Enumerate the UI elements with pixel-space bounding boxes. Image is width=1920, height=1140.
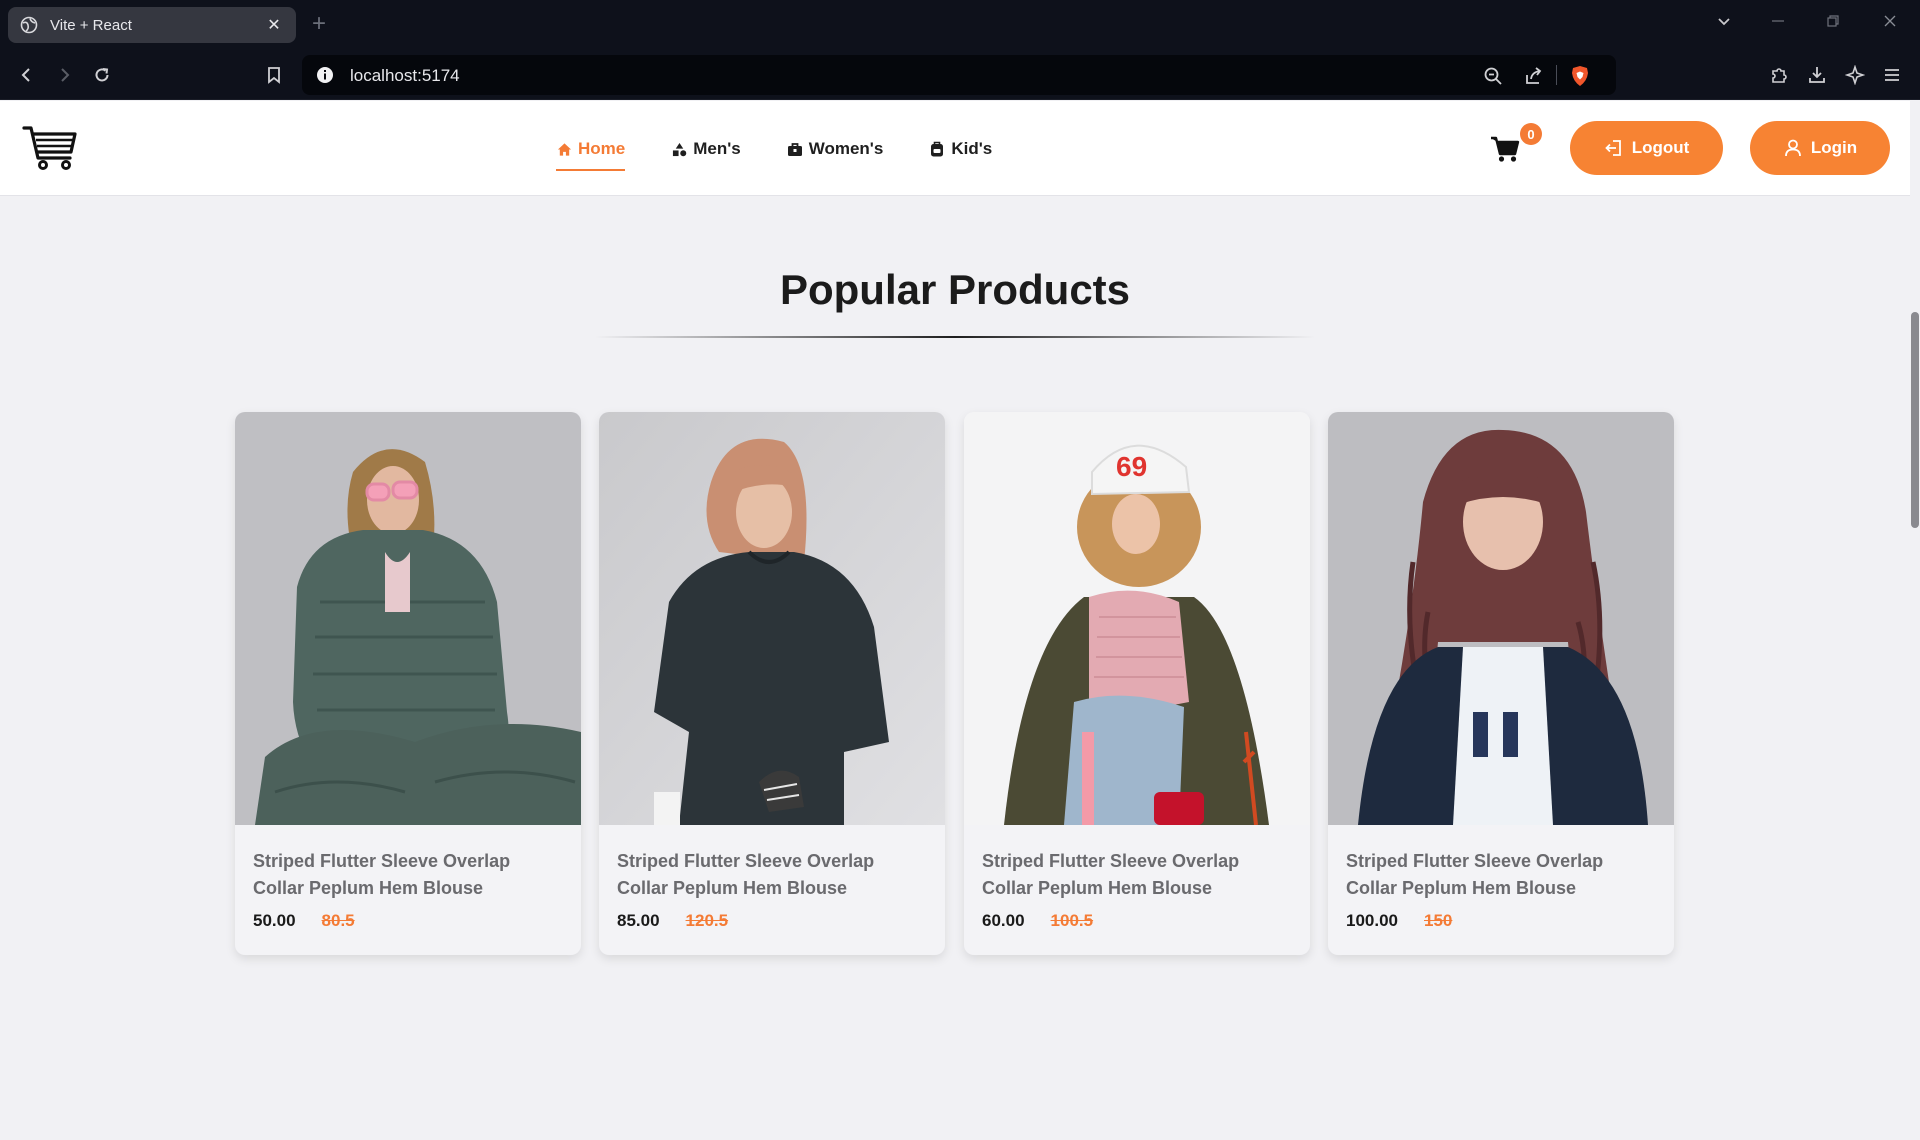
minimize-icon[interactable] <box>1770 13 1786 34</box>
bookmark-icon[interactable] <box>261 62 287 88</box>
main-nav: Home Men's Women's Kid's <box>556 139 1038 171</box>
site-header: Home Men's Women's Kid's 0 Logout Login <box>0 101 1910 196</box>
download-icon[interactable] <box>1804 62 1830 88</box>
product-old-price: 150 <box>1424 911 1453 930</box>
leo-ai-icon[interactable] <box>1842 62 1868 88</box>
cart-icon[interactable] <box>1490 135 1520 163</box>
product-image[interactable]: 69 <box>964 412 1310 825</box>
product-info: Striped Flutter Sleeve Overlap Collar Pe… <box>982 848 1292 931</box>
reload-icon[interactable] <box>89 62 115 88</box>
product-card[interactable]: Striped Flutter Sleeve Overlap Collar Pe… <box>235 412 581 955</box>
browser-toolbar: localhost:5174 <box>0 50 1920 100</box>
product-price: 50.00 <box>253 911 296 930</box>
product-old-price: 100.5 <box>1050 911 1094 930</box>
brave-shield-icon[interactable] <box>1569 65 1591 87</box>
scrollbar-track[interactable] <box>1910 101 1920 1140</box>
scrollbar-thumb[interactable] <box>1911 312 1919 528</box>
product-image[interactable] <box>599 412 945 825</box>
user-icon <box>1783 138 1803 158</box>
product-info: Striped Flutter Sleeve Overlap Collar Pe… <box>617 848 927 931</box>
product-name[interactable]: Striped Flutter Sleeve Overlap Collar Pe… <box>1346 848 1656 902</box>
back-icon[interactable] <box>14 62 40 88</box>
nav-kids-label: Kid's <box>951 139 993 158</box>
nav-mens-label: Men's <box>693 139 741 158</box>
home-icon <box>556 141 572 157</box>
product-old-price: 120.5 <box>685 911 729 930</box>
svg-text:69: 69 <box>1116 451 1147 482</box>
nav-home[interactable]: Home <box>556 139 626 171</box>
product-prices: 100.00 150 <box>1346 911 1656 931</box>
site-info-icon[interactable] <box>316 66 334 84</box>
product-price: 60.00 <box>982 911 1025 930</box>
product-prices: 85.00 120.5 <box>617 911 927 931</box>
nav-mens[interactable]: Men's <box>671 139 741 159</box>
menu-icon[interactable] <box>1879 62 1905 88</box>
close-tab-icon[interactable]: ✕ <box>264 15 284 35</box>
product-image[interactable] <box>235 412 581 825</box>
product-card[interactable]: 69 Striped Flutter Sleeve Overlap Collar… <box>964 412 1310 955</box>
backpack-icon <box>929 141 945 157</box>
logout-button[interactable]: Logout <box>1570 121 1723 175</box>
product-name[interactable]: Striped Flutter Sleeve Overlap Collar Pe… <box>253 848 563 902</box>
product-card[interactable]: Striped Flutter Sleeve Overlap Collar Pe… <box>599 412 945 955</box>
product-prices: 50.00 80.5 <box>253 911 563 931</box>
url-text[interactable]: localhost:5174 <box>350 66 460 86</box>
section-title: Popular Products <box>779 266 1131 313</box>
product-info: Striped Flutter Sleeve Overlap Collar Pe… <box>1346 848 1656 931</box>
product-price: 85.00 <box>617 911 660 930</box>
product-info: Striped Flutter Sleeve Overlap Collar Pe… <box>253 848 563 931</box>
shapes-icon <box>671 141 687 157</box>
cart-count-badge: 0 <box>1520 123 1542 145</box>
share-icon[interactable] <box>1523 65 1545 87</box>
forward-icon[interactable] <box>51 62 77 88</box>
address-bar[interactable]: localhost:5174 <box>302 55 1616 95</box>
section-divider <box>595 336 1315 338</box>
shopping-cart-logo-icon[interactable] <box>22 124 78 172</box>
globe-icon <box>20 16 38 34</box>
new-tab-icon[interactable]: + <box>312 12 326 36</box>
login-label: Login <box>1810 138 1858 157</box>
nav-womens-label: Women's <box>808 139 884 158</box>
product-name[interactable]: Striped Flutter Sleeve Overlap Collar Pe… <box>617 848 927 902</box>
restore-icon[interactable] <box>1825 13 1841 34</box>
briefcase-icon <box>787 141 803 157</box>
product-old-price: 80.5 <box>321 911 355 930</box>
extensions-icon[interactable] <box>1766 62 1792 88</box>
logout-label: Logout <box>1631 138 1690 157</box>
logout-icon <box>1604 138 1624 158</box>
browser-tab[interactable]: Vite + React ✕ <box>8 7 296 43</box>
url-divider <box>1556 65 1557 85</box>
product-price: 100.00 <box>1346 911 1398 930</box>
nav-womens[interactable]: Women's <box>787 139 884 159</box>
product-card[interactable]: Striped Flutter Sleeve Overlap Collar Pe… <box>1328 412 1674 955</box>
nav-kids[interactable]: Kid's <box>929 139 992 159</box>
close-window-icon[interactable] <box>1882 13 1898 34</box>
zoom-icon[interactable] <box>1482 65 1504 87</box>
login-button[interactable]: Login <box>1750 121 1890 175</box>
tab-title: Vite + React <box>50 16 132 34</box>
product-name[interactable]: Striped Flutter Sleeve Overlap Collar Pe… <box>982 848 1292 902</box>
product-image[interactable] <box>1328 412 1674 825</box>
browser-tab-bar: Vite + React ✕ + <box>0 0 1920 50</box>
tab-search-chevron-icon[interactable] <box>1716 13 1732 34</box>
nav-home-label: Home <box>578 139 626 158</box>
product-prices: 60.00 100.5 <box>982 911 1292 931</box>
